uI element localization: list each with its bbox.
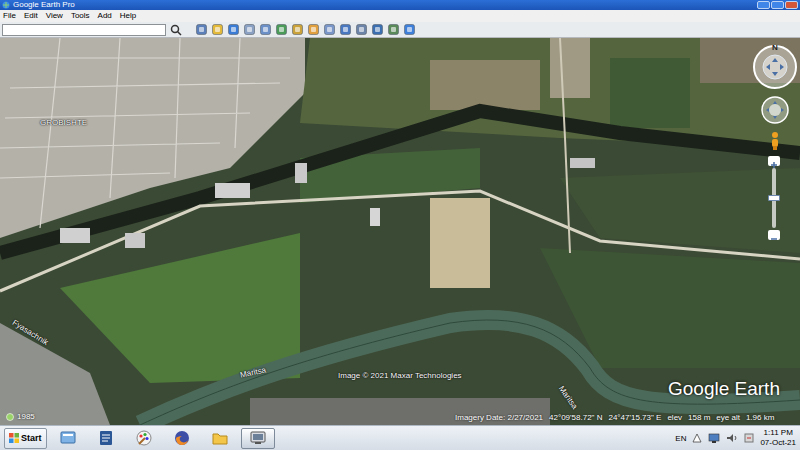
taskbar-apps [51,428,672,449]
toolbar-icons [196,24,415,35]
system-tray: EN 1:11 PM07-Oct-21 [675,428,796,448]
taskbar: Start EN 1:11 PM07-Oct-21 [0,425,800,450]
zoom-slider[interactable] [767,156,781,242]
tour-icon[interactable] [276,24,287,35]
title-bar: Google Earth Pro [0,0,800,10]
status-eye-alt: 1.96 km [746,413,774,422]
clock-date: 07-Oct-21 [760,438,796,448]
start-label: Start [21,433,42,443]
taskbar-app[interactable] [51,428,85,449]
volume-icon [726,433,738,443]
zoom-knob[interactable] [768,195,780,201]
maps-icon[interactable] [404,24,415,35]
clock-time: 1:11 PM [764,428,793,438]
app-icon [2,1,10,9]
search-field[interactable] [2,24,166,36]
word-icon [97,429,115,447]
look-control[interactable] [760,95,790,129]
status-bar: Imagery Date: 2/27/2021 42°09'58.72" N 24°… [455,413,774,422]
network-icon [708,433,720,443]
print-icon[interactable] [372,24,383,35]
status-latitude: 42°09'58.72" N [549,413,602,422]
zoom-in-button[interactable] [768,156,780,166]
status-imagery-date: Imagery Date: 2/27/2021 [455,413,543,422]
pegman-icon [769,131,781,151]
sun-icon[interactable] [308,24,319,35]
taskbar-app[interactable] [127,428,161,449]
flag-icon [744,433,754,443]
minimize-button[interactable] [757,1,770,9]
status-longitude: 24°47'15.73" E [608,413,661,422]
zoom-track[interactable] [772,168,776,228]
start-button[interactable]: Start [4,428,47,449]
minus-icon [768,234,780,244]
planets-icon[interactable] [324,24,335,35]
firefox-icon [173,429,191,447]
email-icon[interactable] [356,24,367,35]
zoom-out-button[interactable] [768,230,780,240]
menu-item[interactable]: View [46,10,63,22]
history-icon[interactable] [292,24,303,35]
paint-icon [135,429,153,447]
path-icon[interactable] [244,24,255,35]
close-button[interactable] [785,1,798,9]
save-image-icon[interactable] [388,24,399,35]
north-label: N [771,44,779,52]
placemark-icon[interactable] [212,24,223,35]
menu-item[interactable]: Add [98,10,112,22]
google-earth-logo: Google Earth [668,378,780,400]
menu-item[interactable]: Help [120,10,136,22]
toolbar [0,22,800,38]
ruler-icon[interactable] [340,24,351,35]
window-title: Google Earth Pro [13,0,754,10]
historical-imagery[interactable]: 1985 [6,412,35,421]
taskbar-app[interactable] [241,428,275,449]
folder-icon [211,429,229,447]
map-label: GROBISHTE [40,118,87,127]
taskbar-app[interactable] [203,428,237,449]
menu-bar: File Edit View Tools Add Help [0,10,800,22]
window-controls [757,1,798,9]
taskbar-app[interactable] [165,428,199,449]
show-hidden-icon [692,433,702,443]
status-elev: 158 m [688,413,710,422]
sidebar-icon[interactable] [196,24,207,35]
language-indicator[interactable]: EN [675,434,686,443]
imagery-copyright: Image © 2021 Maxar Technologies [338,371,462,380]
clock-icon [6,413,14,421]
search-icon [170,24,182,36]
move-icon [760,95,790,125]
menu-item[interactable]: Edit [24,10,38,22]
polygon-icon[interactable] [228,24,239,35]
history-year: 1985 [17,412,35,421]
taskbar-app[interactable] [89,428,123,449]
earth-icon [249,429,267,447]
maximize-button[interactable] [771,1,784,9]
explorer-icon [59,429,77,447]
clock[interactable]: 1:11 PM07-Oct-21 [760,428,796,448]
satellite-imagery [0,38,800,425]
windows-logo-icon [9,433,19,443]
compass[interactable]: N [752,44,798,90]
status-elev-label: elev [667,413,682,422]
overlay-icon[interactable] [260,24,271,35]
menu-item[interactable]: File [3,10,16,22]
map-view[interactable]: GROBISHTEFyasachnikMaritsaMaritsaImage ©… [0,38,800,425]
street-view[interactable] [769,131,781,155]
status-eye-alt-label: eye alt [716,413,740,422]
menu-item[interactable]: Tools [71,10,90,22]
